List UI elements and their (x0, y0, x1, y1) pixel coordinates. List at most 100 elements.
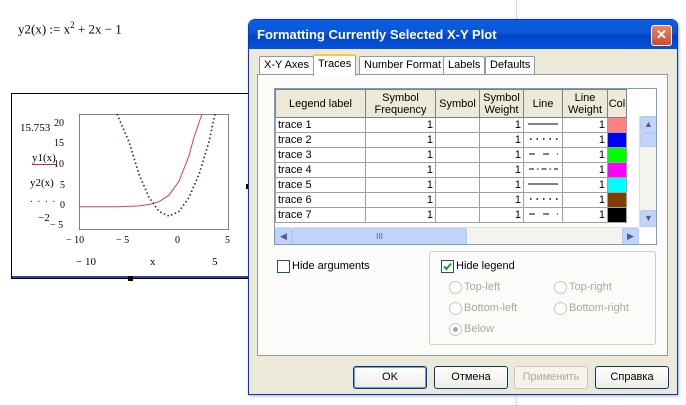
symbol-weight-cell[interactable]: 1 (479, 207, 524, 223)
dialog-titlebar[interactable]: Formatting Currently Selected X-Y Plot ✕ (249, 20, 677, 49)
symbol-cell[interactable] (435, 207, 480, 223)
help-button[interactable]: Справка (595, 366, 669, 389)
line-style-cell[interactable] (523, 147, 563, 163)
symbol-weight-cell[interactable]: 1 (479, 162, 524, 178)
line-weight-cell[interactable]: 1 (562, 192, 608, 208)
symbol-cell[interactable] (435, 132, 480, 148)
symbol-weight-cell[interactable]: 1 (479, 147, 524, 163)
symbol-cell[interactable] (435, 177, 480, 193)
scroll-down-icon[interactable]: ▼ (640, 210, 656, 227)
scroll-right-icon[interactable]: ▶ (622, 228, 639, 244)
symbol-frequency-cell[interactable]: 1 (365, 162, 436, 178)
table-row[interactable]: trace 2111 (275, 132, 627, 148)
legend-label-cell[interactable]: trace 5 (275, 177, 366, 193)
symbol-weight-cell[interactable]: 1 (479, 192, 524, 208)
symbol-weight-cell[interactable]: 1 (479, 117, 524, 133)
table-row[interactable]: trace 4111 (275, 162, 627, 178)
x-axis-variable: x (150, 256, 156, 268)
symbol-frequency-cell[interactable]: 1 (365, 192, 436, 208)
line-weight-cell[interactable]: 1 (562, 207, 608, 223)
line-weight-cell[interactable]: 1 (562, 147, 608, 163)
apply-button[interactable]: Применить (514, 366, 588, 389)
table-row[interactable]: trace 6111 (275, 192, 627, 208)
line-style-icon (528, 123, 558, 125)
table-row[interactable]: trace 1111 (275, 117, 627, 133)
color-cell[interactable] (607, 192, 627, 208)
line-style-cell[interactable] (523, 162, 563, 178)
scroll-up-icon[interactable]: ▲ (640, 116, 656, 133)
symbol-cell[interactable] (435, 192, 480, 208)
color-cell[interactable] (607, 177, 627, 193)
line-style-cell[interactable] (523, 207, 563, 223)
line-style-cell[interactable] (523, 192, 563, 208)
color-cell[interactable] (607, 117, 627, 133)
radio-bottom-right[interactable] (554, 302, 567, 315)
legend-label-cell[interactable]: trace 3 (275, 147, 366, 163)
legend-label-cell[interactable]: trace 7 (275, 207, 366, 223)
line-style-cell[interactable] (523, 177, 563, 193)
grid-vertical-scrollbar[interactable]: ▲ ▼ (639, 116, 656, 227)
col-symbol-frequency[interactable]: Symbol Frequency (365, 89, 436, 118)
symbol-frequency-cell[interactable]: 1 (365, 117, 436, 133)
color-cell[interactable] (607, 207, 627, 223)
tab-xy-axes[interactable]: X-Y Axes (259, 56, 315, 74)
table-row[interactable]: trace 5111 (275, 177, 627, 193)
legend-label-cell[interactable]: trace 4 (275, 162, 366, 178)
symbol-frequency-cell[interactable]: 1 (365, 177, 436, 193)
scroll-thumb-vertical[interactable] (640, 133, 656, 147)
close-icon[interactable]: ✕ (651, 25, 672, 46)
traces-table: Legend label Symbol Frequency Symbol Sym… (275, 89, 627, 223)
equation-y2[interactable]: y2(x) := x2 + 2x − 1 (18, 20, 122, 37)
tab-traces[interactable]: Traces (313, 54, 357, 76)
table-row[interactable]: trace 7111 (275, 207, 627, 223)
radio-below[interactable] (449, 323, 462, 336)
ok-button[interactable]: OK (353, 366, 427, 389)
equation-lhs: y2(x) := x (18, 21, 71, 37)
col-symbol-weight[interactable]: Symbol Weight (479, 89, 524, 118)
line-weight-cell[interactable]: 1 (562, 177, 608, 193)
symbol-weight-cell[interactable]: 1 (479, 132, 524, 148)
col-line[interactable]: Line (523, 89, 563, 118)
col-color[interactable]: Col (607, 89, 627, 118)
color-cell[interactable] (607, 132, 627, 148)
legend-label-cell[interactable]: trace 1 (275, 117, 366, 133)
radio-top-right[interactable] (554, 281, 567, 294)
color-cell[interactable] (607, 162, 627, 178)
tab-labels[interactable]: Labels (443, 56, 486, 74)
radio-top-left[interactable] (449, 281, 462, 294)
line-weight-cell[interactable]: 1 (562, 132, 608, 148)
symbol-frequency-cell[interactable]: 1 (365, 132, 436, 148)
col-legend-label[interactable]: Legend label (275, 89, 366, 118)
xy-plot-region[interactable]: 15.753 y1(x) y2(x) . . . . −2 20 15 10 5… (11, 93, 249, 281)
line-style-cell[interactable] (523, 132, 563, 148)
plot-area (79, 114, 229, 230)
scroll-thumb-horizontal[interactable]: III (292, 228, 467, 244)
scroll-left-icon[interactable]: ◀ (275, 228, 292, 244)
resize-handle-bottom[interactable] (128, 276, 133, 281)
cancel-button[interactable]: Отмена (434, 366, 508, 389)
color-cell[interactable] (607, 147, 627, 163)
radio-top-left-label: Top-left (464, 281, 501, 293)
symbol-cell[interactable] (435, 147, 480, 163)
line-style-icon (530, 198, 558, 200)
tab-defaults[interactable]: Defaults (485, 56, 536, 74)
line-weight-cell[interactable]: 1 (562, 117, 608, 133)
radio-bottom-left[interactable] (449, 302, 462, 315)
legend-label-cell[interactable]: trace 2 (275, 132, 366, 148)
hide-legend-checkbox[interactable] (441, 260, 454, 273)
symbol-frequency-cell[interactable]: 1 (365, 147, 436, 163)
col-line-weight[interactable]: Line Weight (562, 89, 608, 118)
symbol-cell[interactable] (435, 162, 480, 178)
tab-number-format[interactable]: Number Format (359, 56, 447, 74)
legend-label-cell[interactable]: trace 6 (275, 192, 366, 208)
symbol-frequency-cell[interactable]: 1 (365, 207, 436, 223)
symbol-weight-cell[interactable]: 1 (479, 177, 524, 193)
table-row[interactable]: trace 3111 (275, 147, 627, 163)
line-weight-cell[interactable]: 1 (562, 162, 608, 178)
line-style-icon (529, 168, 558, 170)
col-symbol[interactable]: Symbol (435, 89, 480, 118)
grid-horizontal-scrollbar[interactable]: ◀ III ▶ (275, 227, 639, 244)
line-style-cell[interactable] (523, 117, 563, 133)
hide-arguments-checkbox[interactable] (277, 260, 290, 273)
symbol-cell[interactable] (435, 117, 480, 133)
